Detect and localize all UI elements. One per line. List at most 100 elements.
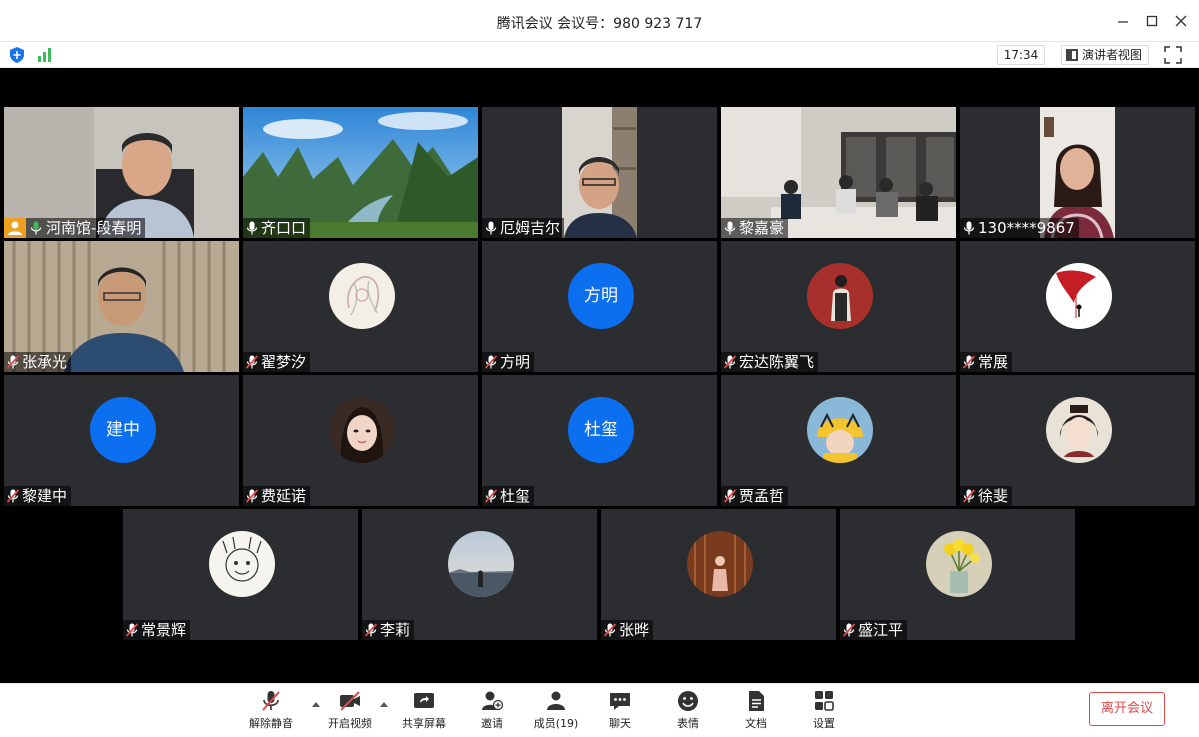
- video-tile[interactable]: 130****9867: [960, 107, 1195, 238]
- shield-icon[interactable]: [10, 47, 24, 63]
- avatar: [807, 397, 873, 463]
- close-icon[interactable]: [1171, 11, 1191, 31]
- participant-label: 杜玺: [482, 486, 535, 506]
- signal-icon[interactable]: [37, 48, 53, 62]
- avatar: [926, 531, 992, 597]
- mic-muted-icon: [365, 623, 377, 637]
- participant-label: 张晔: [601, 620, 654, 640]
- mic-muted-icon: [963, 355, 975, 369]
- chevron-up-icon[interactable]: [311, 700, 321, 708]
- mic-muted-icon: [963, 489, 975, 503]
- participant-name: 翟梦汐: [261, 353, 307, 371]
- minimize-icon[interactable]: [1113, 11, 1133, 31]
- video-tile[interactable]: 翟梦汐: [243, 241, 478, 372]
- mic-muted-icon: [843, 623, 855, 637]
- participant-name: 杜玺: [500, 487, 531, 505]
- avatar: 方明: [568, 263, 634, 329]
- reactions-button[interactable]: 表情: [670, 688, 706, 734]
- members-label: 成员(19): [533, 717, 579, 730]
- settings-grid-icon: [815, 691, 834, 711]
- invite-label: 邀请: [481, 717, 503, 730]
- video-tile[interactable]: 李莉: [362, 509, 597, 640]
- reactions-label: 表情: [677, 717, 699, 730]
- invite-button[interactable]: 邀请: [474, 688, 510, 734]
- video-tile[interactable]: 厄姆吉尔: [482, 107, 717, 238]
- mic-on-icon: [30, 221, 42, 235]
- mic-muted-icon: [485, 355, 497, 369]
- camera-off-icon: [340, 691, 360, 711]
- unmute-button[interactable]: 解除静音: [246, 688, 296, 734]
- video-tile[interactable]: 常景辉: [123, 509, 358, 640]
- video-tile[interactable]: 方明 方明: [482, 241, 717, 372]
- avatar: [1046, 263, 1112, 329]
- avatar: 杜玺: [568, 397, 634, 463]
- docs-label: 文档: [745, 717, 767, 730]
- video-tile[interactable]: 黎嘉豪: [721, 107, 956, 238]
- video-tile[interactable]: 河南馆-段春明: [4, 107, 239, 238]
- participant-label: 齐口口: [243, 218, 311, 238]
- participant-name: 齐口口: [261, 219, 307, 237]
- host-badge: [4, 218, 26, 238]
- meeting-toolbar: 解除静音 开启视频 共享屏幕 邀请 成员(19) 聊天 表情 文档 设置 离开会…: [0, 683, 1199, 737]
- participant-label: 徐斐: [960, 486, 1013, 506]
- video-tile[interactable]: 常展: [960, 241, 1195, 372]
- participant-name: 常展: [978, 353, 1009, 371]
- share-screen-button[interactable]: 共享屏幕: [398, 688, 450, 734]
- mic-muted-icon: [7, 355, 19, 369]
- participant-label: 黎嘉豪: [721, 218, 789, 238]
- avatar: [209, 531, 275, 597]
- video-tile[interactable]: 张晔: [601, 509, 836, 640]
- participant-label: 130****9867: [960, 218, 1079, 238]
- chat-icon: [610, 693, 630, 710]
- chevron-up-icon[interactable]: [379, 700, 389, 708]
- maximize-icon[interactable]: [1142, 11, 1162, 31]
- participant-name: 常景辉: [141, 621, 187, 639]
- presenter-view-button[interactable]: 演讲者视图: [1061, 45, 1149, 65]
- participant-label: 李莉: [362, 620, 415, 640]
- participant-label: 黎建中: [4, 486, 72, 506]
- video-tile[interactable]: 宏达陈翼飞: [721, 241, 956, 372]
- settings-label: 设置: [813, 717, 835, 730]
- presenter-view-icon: [1066, 49, 1078, 61]
- leave-meeting-button[interactable]: 离开会议: [1089, 692, 1165, 726]
- document-icon: [749, 691, 764, 711]
- participant-name: 费延诺: [261, 487, 307, 505]
- start-video-button[interactable]: 开启视频: [325, 688, 375, 734]
- title-bar: 腾讯会议 会议号：980 923 717: [0, 0, 1199, 42]
- video-tile[interactable]: 贾孟哲: [721, 375, 956, 506]
- members-icon: [547, 691, 565, 710]
- chat-button[interactable]: 聊天: [602, 688, 638, 734]
- settings-button[interactable]: 设置: [806, 688, 842, 734]
- participant-name: 李莉: [380, 621, 411, 639]
- participant-name: 方明: [500, 353, 531, 371]
- video-tile[interactable]: 盛江平: [840, 509, 1075, 640]
- participant-label: 宏达陈翼飞: [721, 352, 819, 372]
- video-tile[interactable]: 张承光: [4, 241, 239, 372]
- participant-name: 黎建中: [22, 487, 68, 505]
- participant-label: 方明: [482, 352, 535, 372]
- mic-muted-icon: [724, 489, 736, 503]
- video-tile[interactable]: 杜玺 杜玺: [482, 375, 717, 506]
- docs-button[interactable]: 文档: [738, 688, 774, 734]
- video-tile[interactable]: 费延诺: [243, 375, 478, 506]
- mic-muted-icon: [262, 691, 280, 711]
- mic-muted-icon: [126, 623, 138, 637]
- mic-muted-icon: [724, 355, 736, 369]
- mic-on-icon: [246, 221, 258, 235]
- smiley-icon: [678, 691, 698, 711]
- mic-on-icon: [724, 221, 736, 235]
- participant-name: 宏达陈翼飞: [739, 353, 815, 371]
- mic-on-icon: [963, 221, 975, 235]
- video-tile[interactable]: 齐口口: [243, 107, 478, 238]
- participant-label: 常展: [960, 352, 1013, 372]
- mic-muted-icon: [604, 623, 616, 637]
- participant-label: 翟梦汐: [243, 352, 311, 372]
- video-tile[interactable]: 徐斐: [960, 375, 1195, 506]
- add-user-icon: [482, 691, 504, 711]
- members-button[interactable]: 成员(19): [532, 688, 580, 734]
- participant-name: 张承光: [22, 353, 68, 371]
- participant-label: 常景辉: [123, 620, 191, 640]
- video-tile[interactable]: 建中 黎建中: [4, 375, 239, 506]
- fullscreen-icon[interactable]: [1164, 46, 1182, 64]
- unmute-label: 解除静音: [249, 717, 293, 730]
